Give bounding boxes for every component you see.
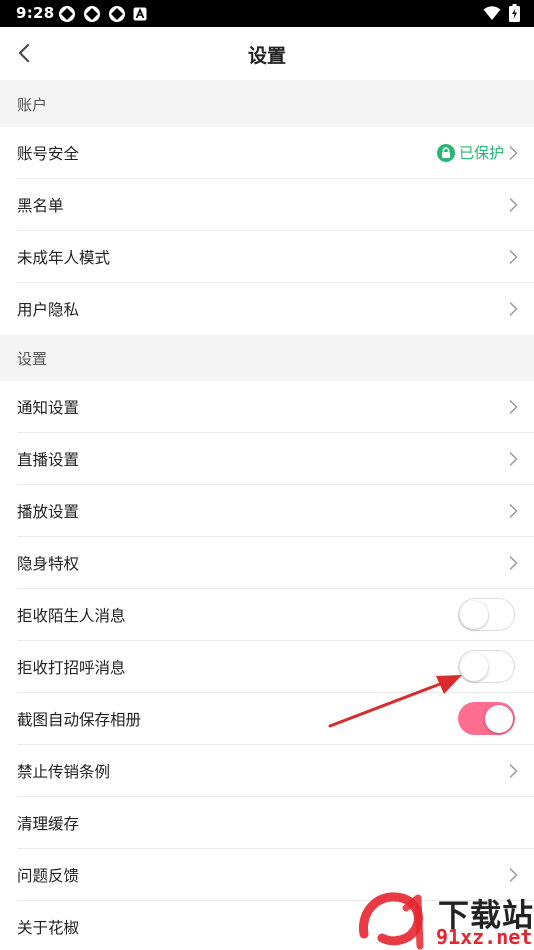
a-icon: [133, 7, 147, 21]
notification-app-icon: [59, 6, 75, 22]
toggle-knob: [484, 704, 513, 733]
status-time: 9:28: [16, 4, 55, 22]
settings-row-minor-mode[interactable]: 未成年人模式: [0, 231, 534, 283]
toggle-knob: [460, 600, 488, 629]
page-title: 设置: [247, 45, 286, 67]
row-label: 清理缓存: [17, 815, 80, 833]
chevron-right-icon: [509, 249, 518, 265]
row-label: 用户隐私: [17, 301, 80, 319]
chevron-right-icon: [509, 867, 518, 883]
settings-row-clear-cache[interactable]: 清理缓存: [0, 797, 534, 849]
watermark: 下载站 91xz.net: [358, 888, 534, 950]
notification-app-icon: [84, 6, 100, 22]
section-label: 账户: [17, 96, 48, 114]
settings-row-live[interactable]: 直播设置: [0, 433, 534, 485]
section-header-account: 账户: [0, 80, 534, 127]
row-label: 黑名单: [17, 197, 64, 215]
title-bar: 设置: [0, 27, 534, 80]
watermark-url: 91xz.net: [436, 925, 533, 949]
settings-row-playback[interactable]: 播放设置: [0, 485, 534, 537]
row-label: 账号安全: [17, 145, 80, 163]
notification-app-icon: [109, 6, 125, 22]
reject-strangers-toggle[interactable]: [458, 598, 515, 631]
row-label: 播放设置: [17, 503, 80, 521]
annotation-arrow-icon: [328, 675, 462, 728]
chevron-right-icon: [509, 451, 518, 467]
watermark-logo-icon: [359, 892, 424, 950]
row-label: 问题反馈: [17, 867, 80, 885]
status-badge: 已保护: [436, 142, 504, 163]
row-label: 未成年人模式: [17, 249, 111, 267]
row-label: 禁止传销条例: [17, 763, 111, 781]
settings-row-stealth[interactable]: 隐身特权: [0, 537, 534, 589]
row-label: 关于花椒: [17, 919, 80, 937]
row-label: 直播设置: [17, 451, 80, 469]
settings-row-anti-mlm[interactable]: 禁止传销条例: [0, 745, 534, 797]
chevron-right-icon: [509, 503, 518, 519]
row-label: 隐身特权: [17, 555, 80, 573]
settings-row-user-privacy[interactable]: 用户隐私: [0, 283, 534, 335]
row-label: 拒收打招呼消息: [17, 659, 126, 677]
settings-row-notification[interactable]: 通知设置: [0, 381, 534, 433]
battery-icon: [509, 4, 520, 22]
wifi-icon: [483, 5, 501, 20]
row-label: 拒收陌生人消息: [17, 607, 126, 625]
status-text: 已保护: [458, 144, 504, 162]
chevron-right-icon: [509, 197, 518, 213]
row-label: 截图自动保存相册: [17, 711, 142, 729]
chevron-right-icon: [509, 301, 518, 317]
lock-icon: [436, 143, 455, 162]
section-label: 设置: [17, 350, 48, 368]
settings-row-blacklist[interactable]: 黑名单: [0, 179, 534, 231]
settings-row-account-security[interactable]: 账号安全 已保护: [0, 127, 534, 179]
chevron-right-icon: [509, 555, 518, 571]
notification-icons: [58, 5, 147, 23]
settings-row-reject-strangers: 拒收陌生人消息: [0, 589, 534, 641]
status-bar: 9:28: [0, 0, 534, 27]
chevron-right-icon: [509, 145, 518, 161]
section-header-settings: 设置: [0, 335, 534, 381]
chevron-right-icon: [509, 763, 518, 779]
row-label: 通知设置: [17, 399, 80, 417]
chevron-right-icon: [509, 399, 518, 415]
